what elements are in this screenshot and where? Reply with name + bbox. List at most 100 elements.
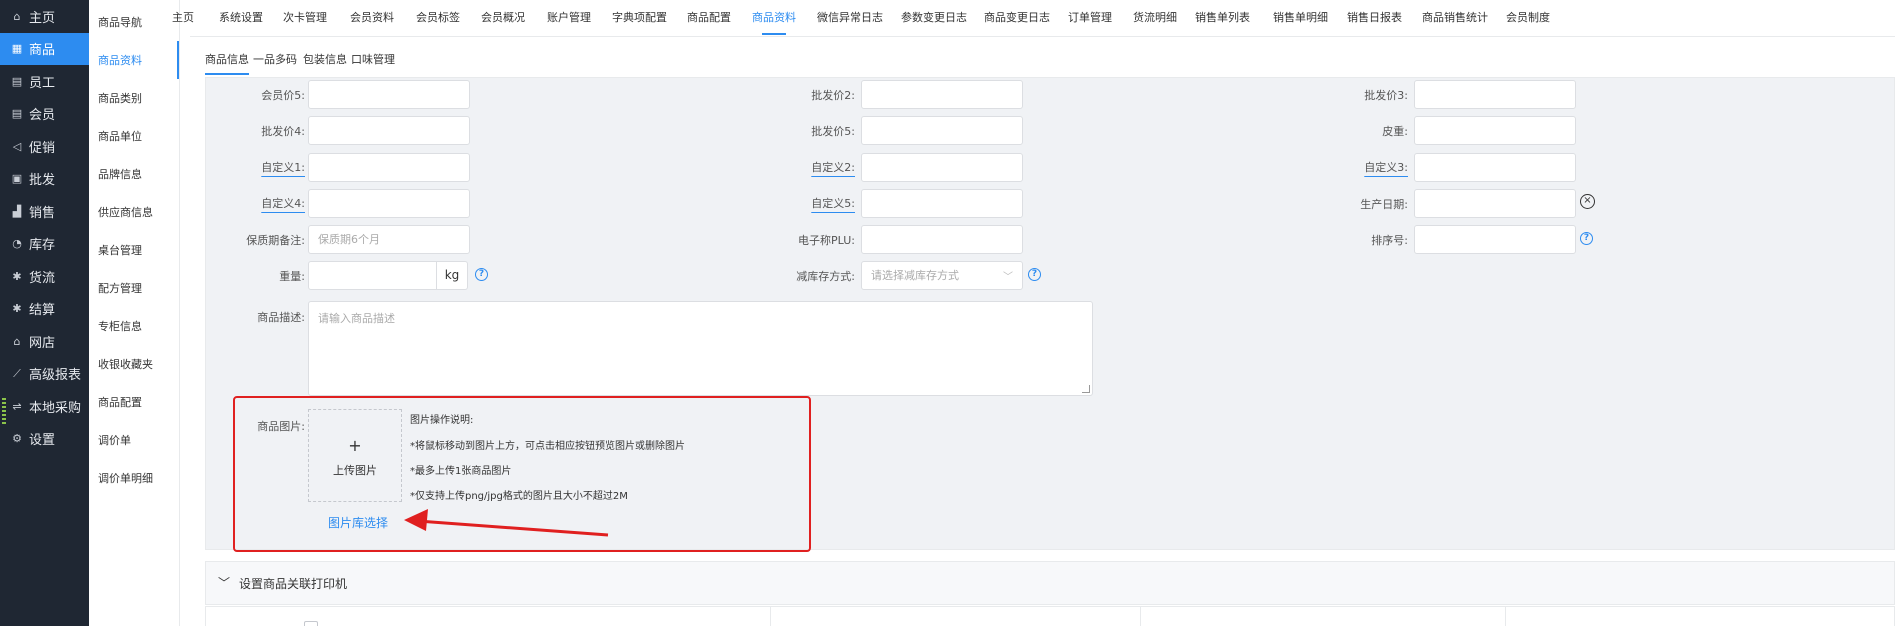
top-tab[interactable]: 主页 <box>172 0 194 37</box>
custom3-label[interactable]: 自定义3: <box>1338 159 1408 175</box>
top-tab[interactable]: 会员标签 <box>416 0 460 37</box>
custom2-input[interactable] <box>861 153 1023 182</box>
image-library-link[interactable]: 图片库选择 <box>328 514 388 531</box>
collapse-chevron-icon[interactable]: ﹀ <box>218 574 230 591</box>
select-all-checkbox[interactable] <box>304 621 318 626</box>
custom1-input[interactable] <box>308 153 470 182</box>
top-tab[interactable]: 会员资料 <box>350 0 394 37</box>
top-tab[interactable]: 订单管理 <box>1068 0 1112 37</box>
wholesale-price5-input[interactable] <box>861 116 1023 145</box>
nav-item[interactable]: ▤ 会员 <box>0 98 89 131</box>
custom5-input[interactable] <box>861 189 1023 218</box>
shelf-life-note-input[interactable]: 保质期6个月 <box>308 225 470 254</box>
weight-input[interactable] <box>308 261 437 290</box>
sub-nav-item[interactable]: 商品导航 <box>89 3 179 41</box>
custom2-label[interactable]: 自定义2: <box>785 159 855 175</box>
stock-reduce-select[interactable]: 请选择减库存方式 <box>861 261 1023 290</box>
image-notes-title: 图片操作说明: <box>410 415 474 426</box>
top-tab[interactable]: 账户管理 <box>547 0 591 37</box>
top-tab[interactable]: 销售单列表 <box>1195 0 1250 37</box>
nav-item[interactable]: ◁ 促销 <box>0 130 89 163</box>
resize-handle-icon[interactable] <box>1082 385 1090 393</box>
member-icon: ▤ <box>11 107 23 121</box>
sub-tab[interactable]: 一品多码 <box>253 47 297 73</box>
top-tab[interactable]: 商品销售统计 <box>1422 0 1488 37</box>
sub-nav-item[interactable]: 收银收藏夹 <box>89 345 179 383</box>
sub-nav-item[interactable]: 专柜信息 <box>89 307 179 345</box>
purchase-icon: ⇌ <box>12 399 22 413</box>
wholesale-price3-input[interactable] <box>1414 80 1576 109</box>
sub-nav-item[interactable]: 调价单 <box>89 421 179 459</box>
sub-nav-item[interactable]: 商品配置 <box>89 383 179 421</box>
stock-reduce-help-icon[interactable]: ? <box>1028 268 1041 281</box>
weight-help-icon[interactable]: ? <box>475 268 488 281</box>
nav-item[interactable]: ▤ 员工 <box>0 65 89 98</box>
printer-section[interactable]: ﹀ 设置商品关联打印机 <box>205 561 1895 605</box>
image-note-1: *将鼠标移动到图片上方，可点击相应按钮预览图片或删除图片 <box>410 441 685 452</box>
top-tab[interactable]: 商品资料 <box>752 0 796 37</box>
wholesale-price2-input[interactable] <box>861 80 1023 109</box>
nav-item[interactable]: ▟ 销售 <box>0 195 89 228</box>
top-tab[interactable]: 字典项配置 <box>612 0 667 37</box>
goods-icon: ▦ <box>11 42 23 56</box>
nav-item[interactable]: ⟋ 高级报表 <box>0 358 89 391</box>
sort-no-input[interactable] <box>1414 225 1576 254</box>
sub-nav-item[interactable]: 商品单位 <box>89 117 179 155</box>
sub-nav-item[interactable]: 商品资料 <box>89 41 179 79</box>
nav-item[interactable]: ⌂ 网店 <box>0 325 89 358</box>
sub-nav-item[interactable]: 桌台管理 <box>89 231 179 269</box>
tare-weight-input[interactable] <box>1414 116 1576 145</box>
flow-icon: ✱ <box>12 269 22 283</box>
nav-item[interactable]: ✱ 货流 <box>0 260 89 293</box>
top-tab[interactable]: 会员制度 <box>1506 0 1550 37</box>
top-tab[interactable]: 微信异常日志 <box>817 0 883 37</box>
wholesale-price4-input[interactable] <box>308 116 470 145</box>
top-tab[interactable]: 参数变更日志 <box>901 0 967 37</box>
top-tab[interactable]: 会员概况 <box>481 0 525 37</box>
top-tab[interactable]: 次卡管理 <box>283 0 327 37</box>
sales-chart-icon: ▟ <box>12 204 22 218</box>
sub-tab[interactable]: 口味管理 <box>351 47 395 73</box>
custom3-input[interactable] <box>1414 153 1576 182</box>
sort-no-help-icon[interactable]: ? <box>1580 232 1593 245</box>
top-tab[interactable]: 商品配置 <box>687 0 731 37</box>
custom1-label[interactable]: 自定义1: <box>235 159 305 175</box>
sub-tab[interactable]: 商品信息 <box>205 47 249 75</box>
custom4-input[interactable] <box>308 189 470 218</box>
top-tab[interactable]: 商品变更日志 <box>984 0 1050 37</box>
scale-plu-input[interactable] <box>861 225 1023 254</box>
custom4-label[interactable]: 自定义4: <box>235 195 305 211</box>
settlement-icon: ✱ <box>12 302 22 316</box>
member-price5-label: 会员价5: <box>261 89 305 102</box>
goods-sub-nav: 商品导航 商品资料 商品类别 商品单位 品牌信息 供应商信息 桌台管理 配方管理 专柜信息 收银收… <box>89 0 180 626</box>
top-tab[interactable]: 销售单明细 <box>1273 0 1328 37</box>
sub-nav-item[interactable]: 调价单明细 <box>89 459 179 497</box>
nav-item[interactable]: ⚙ 设置 <box>0 423 89 456</box>
nav-item[interactable]: ◔ 库存 <box>0 228 89 261</box>
member-price5-input[interactable] <box>308 80 470 109</box>
table-divider <box>1140 607 1141 626</box>
nav-item[interactable]: ⇌ 本地采购 <box>0 390 89 423</box>
sub-nav-item[interactable]: 供应商信息 <box>89 193 179 231</box>
sub-nav-item[interactable]: 品牌信息 <box>89 155 179 193</box>
description-textarea[interactable]: 请输入商品描述 <box>308 301 1093 396</box>
sub-nav-item[interactable]: 配方管理 <box>89 269 179 307</box>
production-date-input[interactable] <box>1414 189 1576 218</box>
image-label: 商品图片: <box>257 420 305 433</box>
custom5-label[interactable]: 自定义5: <box>785 195 855 211</box>
table-divider <box>770 607 771 626</box>
nav-item[interactable]: ▦ 商品 <box>0 32 89 65</box>
nav-item[interactable]: ⌂ 主页 <box>0 0 89 33</box>
nav-item[interactable]: ✱ 结算 <box>0 293 89 326</box>
clear-date-icon[interactable]: × <box>1580 194 1595 209</box>
nav-item[interactable]: ▣ 批发 <box>0 163 89 196</box>
collapse-grip-icon[interactable] <box>2 398 6 426</box>
top-tab[interactable]: 货流明细 <box>1133 0 1177 37</box>
report-icon: ⟋ <box>13 366 21 380</box>
weight-label: 重量: <box>279 270 305 283</box>
top-tab[interactable]: 销售日报表 <box>1347 0 1402 37</box>
top-tab[interactable]: 系统设置 <box>219 0 263 37</box>
upload-image-button[interactable]: + 上传图片 <box>308 409 402 502</box>
sub-nav-item[interactable]: 商品类别 <box>89 79 179 117</box>
sub-tab[interactable]: 包装信息 <box>303 47 347 73</box>
